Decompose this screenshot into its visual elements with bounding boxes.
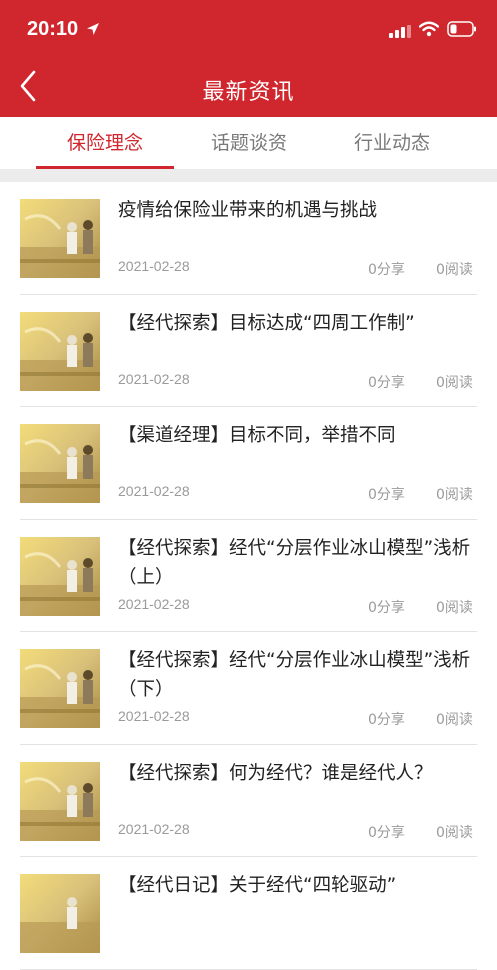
- article-title: 【经代探索】何为经代？谁是经代人？: [118, 762, 433, 784]
- article-item[interactable]: 【经代日记】关于经代“四轮驱动”: [0, 857, 497, 970]
- article-list: 疫情给保险业带来的机遇与挑战 2021-02-28 0分享 0阅读 【经代探索】…: [0, 182, 497, 970]
- location-arrow-icon: [87, 23, 99, 35]
- article-share-count: 0分享: [368, 262, 405, 278]
- article-thumbnail: [20, 424, 100, 503]
- article-thumbnail: [20, 536, 100, 616]
- article-item[interactable]: 【经代探索】经代“分层作业冰山模型”浅析（下） 2021-02-28 0分享 0…: [0, 632, 497, 745]
- article-date: 2021-02-28: [118, 708, 190, 724]
- article-item[interactable]: 【经代探索】何为经代？谁是经代人？ 2021-02-28 0分享 0阅读: [0, 745, 497, 858]
- article-thumbnail: [20, 761, 100, 841]
- article-title: 【经代探索】目标达成“四周工作制”: [118, 312, 415, 334]
- status-bar: 20:10: [0, 0, 497, 60]
- article-share-count: 0分享: [368, 374, 405, 391]
- article-item[interactable]: 【经代探索】经代“分层作业冰山模型”浅析（上） 2021-02-28 0分享 0…: [0, 520, 497, 633]
- article-share-count: 0分享: [368, 824, 405, 841]
- tab-insurance-concepts[interactable]: 保险理念: [36, 117, 174, 169]
- tab-topics[interactable]: 话题谈资: [180, 117, 318, 169]
- article-date: 2021-02-28: [118, 258, 190, 274]
- article-thumbnail: [20, 311, 100, 391]
- article-date: 2021-02-28: [118, 820, 190, 837]
- page-title: 最新资讯: [202, 80, 295, 105]
- article-date: 2021-02-28: [118, 370, 190, 387]
- status-time: 20:10: [27, 18, 79, 40]
- article-share-count: 0分享: [368, 712, 405, 728]
- article-title: 【经代探索】经代“分层作业冰山模型”浅析（下）: [118, 650, 471, 700]
- article-item[interactable]: 【经代探索】目标达成“四周工作制” 2021-02-28 0分享 0阅读: [0, 295, 497, 408]
- category-tabs: 保险理念 话题谈资 行业动态: [0, 117, 497, 169]
- article-read-count: 0阅读: [436, 487, 473, 503]
- article-read-count: 0阅读: [436, 599, 473, 616]
- article-item[interactable]: 疫情给保险业带来的机遇与挑战 2021-02-28 0分享 0阅读: [0, 182, 497, 295]
- article-read-count: 0阅读: [436, 824, 473, 841]
- article-share-count: 0分享: [368, 599, 405, 616]
- article-read-count: 0阅读: [436, 374, 473, 391]
- section-divider: [0, 169, 497, 182]
- article-share-count: 0分享: [368, 487, 405, 503]
- battery-icon: [447, 21, 476, 37]
- article-thumbnail: [20, 199, 100, 278]
- article-item[interactable]: 【渠道经理】目标不同，举措不同 2021-02-28 0分享 0阅读: [0, 407, 497, 520]
- article-title: 疫情给保险业带来的机遇与挑战: [118, 200, 378, 221]
- article-date: 2021-02-28: [118, 595, 190, 612]
- article-read-count: 0阅读: [436, 712, 473, 728]
- article-thumbnail: [20, 874, 100, 953]
- tab-industry-news[interactable]: 行业动态: [323, 117, 461, 169]
- article-title: 【经代日记】关于经代“四轮驱动”: [118, 875, 397, 896]
- app-header: 20:10 最新资讯: [0, 0, 497, 117]
- cellular-signal-icon: [389, 25, 411, 38]
- article-thumbnail: [20, 649, 100, 728]
- wifi-icon: [419, 21, 439, 37]
- article-date: 2021-02-28: [118, 483, 190, 499]
- article-title: 【渠道经理】目标不同，举措不同: [118, 425, 396, 446]
- article-read-count: 0阅读: [436, 262, 473, 278]
- article-title: 【经代探索】经代“分层作业冰山模型”浅析（上）: [118, 537, 471, 588]
